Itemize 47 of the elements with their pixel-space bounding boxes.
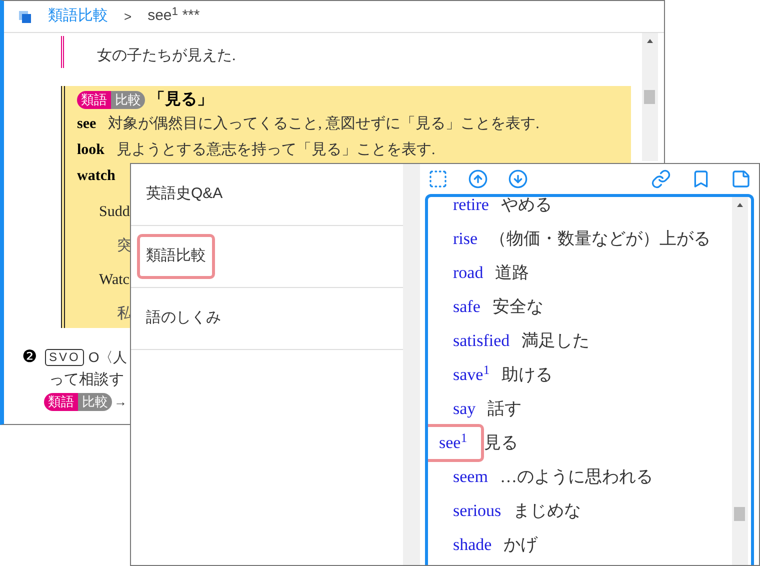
word-meaning: かげ — [504, 534, 538, 556]
word-meaning: まじめな — [513, 500, 582, 522]
word-link[interactable]: shade — [436, 532, 492, 558]
word-link[interactable]: road — [436, 260, 484, 286]
word-meaning: …のように思われる — [500, 466, 653, 488]
note-icon[interactable] — [731, 169, 751, 189]
word-link[interactable]: satisfied — [436, 328, 510, 354]
word-link[interactable]: say — [436, 396, 476, 422]
word-meaning: 道路 — [495, 262, 530, 284]
layers-icon — [18, 10, 32, 24]
word-link[interactable]: seem — [436, 464, 488, 490]
word-meaning: 話す — [488, 398, 522, 420]
menu-item[interactable]: 類語比較 — [137, 234, 215, 279]
word-link[interactable]: see$^{1}$ — [428, 424, 484, 462]
scrollbar[interactable] — [642, 33, 658, 161]
fullscreen-icon[interactable] — [428, 169, 448, 189]
menu-item[interactable]: 英語史Q&A — [137, 172, 232, 217]
word-link[interactable]: rise — [436, 226, 478, 252]
example-sentence: 女の子たちが見えた. — [97, 47, 236, 66]
example-english: Sudd — [99, 203, 130, 222]
word-link[interactable]: retire — [436, 197, 489, 218]
breadcrumb-separator: > — [124, 8, 132, 26]
word-link[interactable]: serious — [436, 498, 502, 524]
example-english: Watc — [99, 271, 130, 290]
word-link[interactable]: safe — [436, 294, 480, 320]
word-meaning: 見る — [484, 432, 518, 454]
sense-text: O〈人 — [88, 348, 128, 366]
link-icon[interactable] — [651, 169, 671, 189]
breadcrumb-current: see$^{1}$ *** — [148, 5, 200, 26]
synonym-word: watch — [77, 166, 116, 186]
reference-arrow: → — [114, 393, 127, 412]
word-meaning: （物価・数量などが）上がる — [490, 228, 711, 250]
menu-item[interactable]: 語のしくみ — [137, 296, 230, 341]
pattern-tag: SVO — [45, 348, 84, 366]
synonym-word: look — [77, 140, 105, 160]
scrollbar[interactable] — [732, 197, 748, 565]
word-meaning: 安全な — [492, 296, 544, 318]
word-link[interactable]: save$^{1}$ — [436, 362, 490, 388]
sense-text: って相談す — [49, 370, 124, 390]
word-meaning: 満足した — [522, 330, 590, 352]
comparison-title: 「見る」 — [149, 90, 213, 110]
synonym-definition: 対象が偶然目に入ってくること, 意図せずに「見る」ことを表す. — [108, 114, 540, 134]
word-meaning: 助ける — [502, 364, 553, 386]
word-meaning: やめる — [500, 197, 552, 216]
synonym-word: see — [77, 114, 96, 134]
sense-number: ❷ — [22, 346, 37, 368]
synonym-definition: 見ようとする意志を持って「見る」ことを表す. — [116, 140, 436, 160]
